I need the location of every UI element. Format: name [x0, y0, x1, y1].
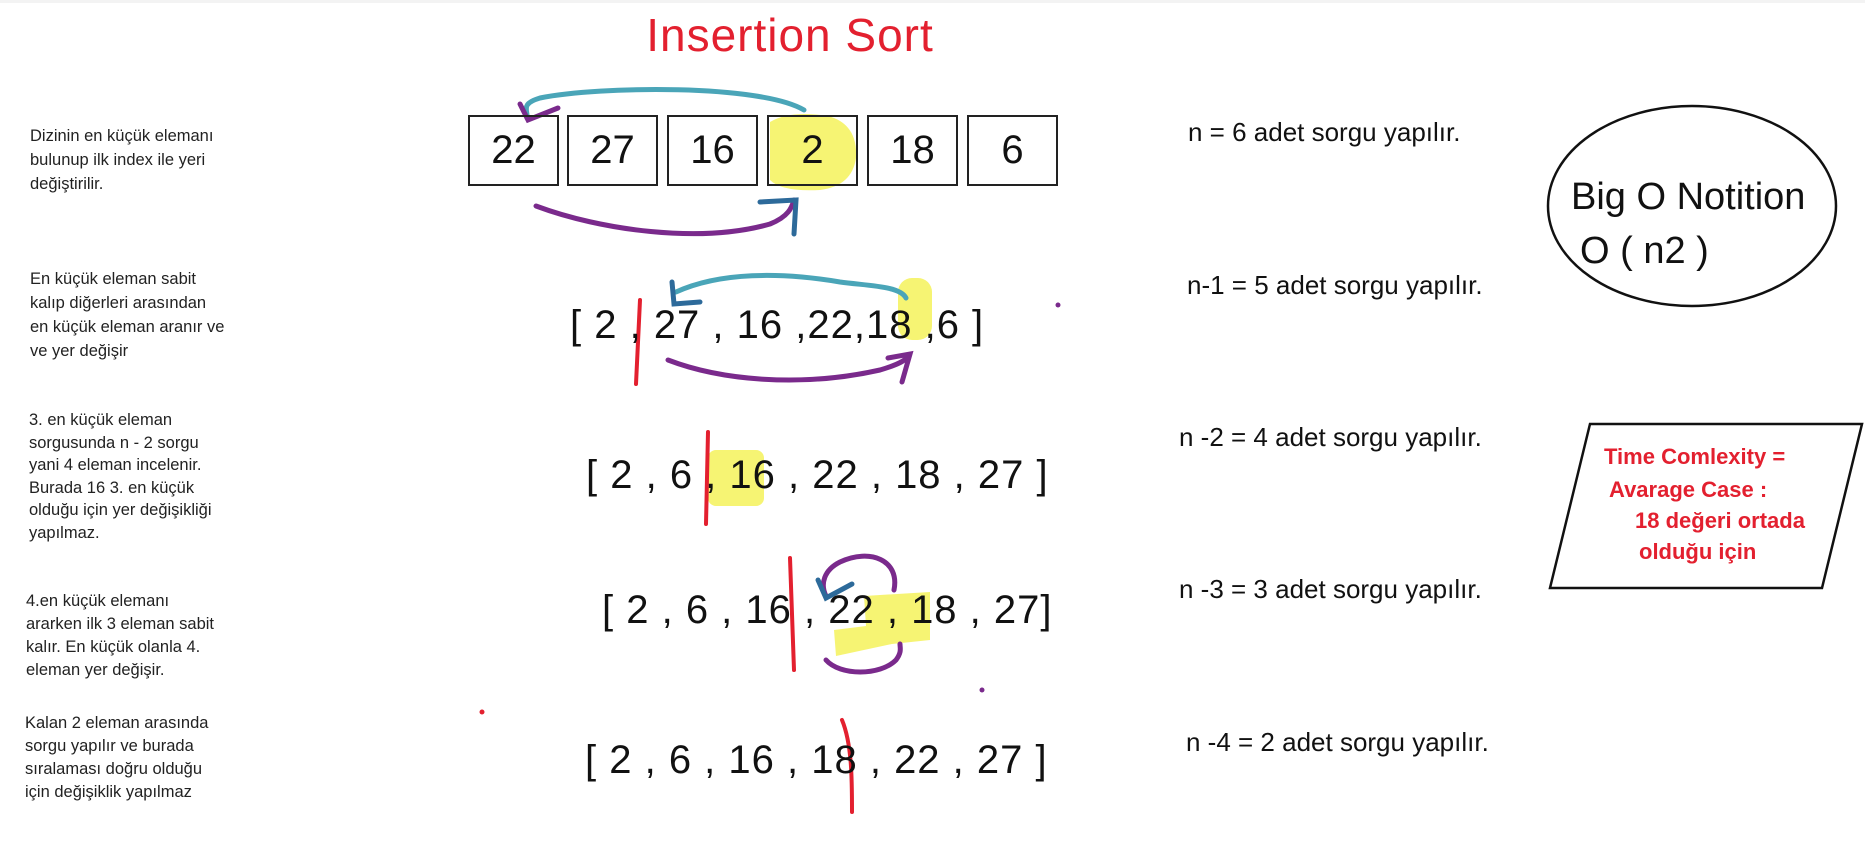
array-box: 22 [468, 115, 559, 186]
array-box: 6 [967, 115, 1058, 186]
count-label-4: n -3 = 3 adet sorgu yapılır. [1179, 574, 1482, 604]
time-complexity-reason-1: 18 değeri ortada [1635, 508, 1805, 533]
count-label-3: n -2 = 4 adet sorgu yapılır. [1179, 422, 1482, 452]
arrow-bottom-boxes [533, 197, 797, 237]
time-complexity-title: Time Comlexity = [1604, 444, 1786, 469]
note-step-2: En küçük eleman sabit kalıp diğerleri ar… [30, 270, 225, 360]
dot-purple-2 [979, 687, 985, 693]
time-complexity-case: Avarage Case : [1609, 477, 1768, 502]
array-box: 16 [667, 115, 758, 186]
array-box: 27 [567, 115, 658, 186]
dot-purple-1 [1055, 302, 1061, 308]
arrow-top-boxes [523, 87, 807, 121]
big-o-title: Big O Notition [1571, 176, 1806, 218]
arrow-row1-top [673, 272, 909, 301]
count-label-1: n = 6 adet sorgu yapılır. [1188, 117, 1461, 147]
count-label-2: n-1 = 5 adet sorgu yapılır. [1187, 270, 1483, 300]
dot-red-1 [479, 709, 485, 715]
count-label-5: n -4 = 2 adet sorgu yapılır. [1186, 727, 1489, 757]
array-row-4: [ 2 , 6 , 16 , 18 , 22 , 27 ] [585, 738, 1048, 782]
note-step-3: 3. en küçük eleman sorgusunda n - 2 sorg… [29, 411, 212, 542]
arrow-row1-bottom [665, 353, 911, 383]
note-step-4: 4.en küçük elemanı ararken ilk 3 eleman … [26, 592, 215, 679]
array-box: 2 [767, 115, 858, 186]
array-row-3: [ 2 , 6 , 16 , 22 , 18 , 27] [602, 588, 1053, 632]
array-row-2: [ 2 , 6 , 16 , 22 , 18 , 27 ] [586, 453, 1049, 497]
array-row-1: [ 2 , 27 , 16 ,22,18 ,6 ] [570, 303, 985, 347]
time-complexity-reason-2: olduğu için [1639, 539, 1757, 564]
big-o-value: O ( n2 ) [1580, 230, 1709, 272]
note-step-1: Dizinin en küçük elemanı bulunup ilk ind… [30, 127, 214, 193]
note-step-5: Kalan 2 eleman arasında sorgu yapılır ve… [25, 714, 209, 801]
array-box: 18 [867, 115, 958, 186]
